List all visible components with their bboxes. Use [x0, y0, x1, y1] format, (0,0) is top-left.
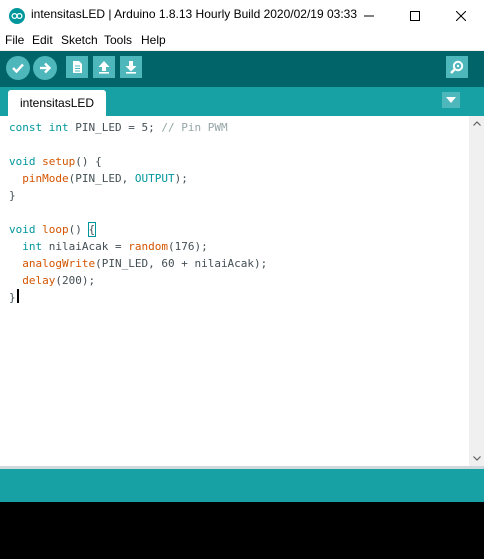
minimize-button[interactable]: [346, 0, 392, 31]
code-editor[interactable]: const int PIN_LED = 5; // Pin PWM void s…: [0, 116, 469, 466]
code-line-4: pinMode(PIN_LED, OUTPUT);: [22, 172, 188, 185]
code-line-11: }: [9, 289, 19, 306]
checkmark-icon: [12, 63, 24, 74]
open-button[interactable]: [93, 56, 115, 78]
tab-menu-button[interactable]: [442, 92, 460, 108]
chevron-down-icon: [472, 456, 481, 461]
close-icon: [456, 10, 466, 21]
menu-tools[interactable]: Tools: [104, 33, 132, 47]
console-output: [0, 502, 484, 559]
code-line-10: delay(200);: [22, 274, 96, 287]
minimize-icon: [364, 15, 374, 16]
toolbar: [0, 51, 484, 87]
title-bar: intensitasLED | Arduino 1.8.13 Hourly Bu…: [0, 0, 484, 31]
code-line-1: const int PIN_LED = 5; // Pin PWM: [9, 121, 228, 134]
code-line-5: }: [9, 189, 16, 202]
message-area: [0, 469, 484, 502]
arrow-up-icon: [98, 61, 110, 74]
tab-intensitasled[interactable]: intensitasLED: [8, 90, 107, 116]
maximize-icon: [410, 10, 420, 21]
window-title: intensitasLED | Arduino 1.8.13 Hourly Bu…: [31, 7, 358, 21]
vertical-scrollbar[interactable]: [469, 116, 484, 466]
arduino-logo-icon: [9, 8, 25, 24]
menu-sketch[interactable]: Sketch: [61, 33, 98, 47]
maximize-button[interactable]: [392, 0, 438, 31]
magnifier-icon: [450, 60, 464, 74]
save-button[interactable]: [120, 56, 142, 78]
scroll-up-button[interactable]: [469, 116, 484, 131]
upload-button[interactable]: [33, 56, 57, 80]
scroll-down-button[interactable]: [469, 451, 484, 466]
menu-file[interactable]: File: [5, 33, 24, 47]
arrow-right-icon: [40, 62, 52, 74]
code-line-7: void loop() {: [9, 222, 97, 237]
code-line-9: analogWrite(PIN_LED, 60 + nilaiAcak);: [22, 257, 268, 270]
arrow-down-icon: [125, 61, 137, 74]
close-button[interactable]: [438, 0, 484, 31]
menu-help[interactable]: Help: [141, 33, 166, 47]
serial-monitor-button[interactable]: [446, 56, 468, 78]
triangle-down-icon: [446, 97, 456, 103]
menu-bar: File Edit Sketch Tools Help: [0, 31, 484, 51]
chevron-up-icon: [472, 121, 481, 126]
tab-bar: intensitasLED: [0, 87, 484, 116]
new-sketch-button[interactable]: [66, 56, 88, 78]
text-caret: [16, 289, 19, 303]
verify-button[interactable]: [6, 56, 30, 80]
document-icon: [73, 61, 82, 73]
code-line-3: void setup() {: [9, 155, 102, 168]
menu-edit[interactable]: Edit: [32, 33, 53, 47]
code-line-8: int nilaiAcak = random(176);: [22, 240, 208, 253]
